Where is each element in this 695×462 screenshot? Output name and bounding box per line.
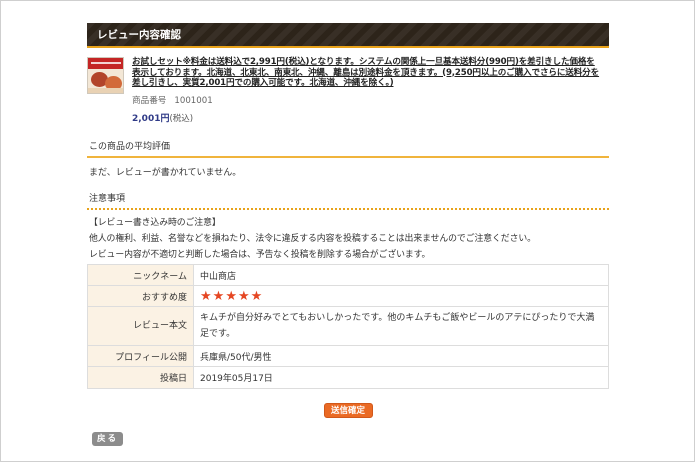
- average-rating-message: まだ、レビューが書かれていません。: [89, 168, 242, 178]
- table-row: レビュー本文 キムチが自分好みでとてもおいしかったです。他のキムチもご飯やビール…: [87, 306, 609, 347]
- star-icon: ★: [225, 288, 237, 304]
- review-confirm-container: レビュー内容確認 お試しセット※料金は送料込で2,991円(税込)となります。シ…: [87, 23, 609, 419]
- product-price: 2,001円(税込): [132, 111, 602, 124]
- star-icon: ★: [250, 288, 263, 304]
- notes-line: レビュー内容が不適切と判断した場合は、予告なく投稿を削除する場合がございます。: [89, 249, 431, 260]
- notes-body: 【レビュー書き込み時のご注意】 他人の権利、利益、名誉などを損ねたり、法令に違反…: [87, 210, 609, 263]
- table-row: おすすめ度 ★★★★★: [87, 285, 609, 308]
- table-row: ニックネーム 中山商店: [87, 264, 609, 287]
- price-value: 2,001円: [132, 113, 170, 124]
- product-code-value: 1001001: [174, 95, 213, 106]
- notes-title: 注意事項: [89, 194, 126, 204]
- product-code: 商品番号 1001001: [132, 94, 602, 106]
- table-row: 投稿日 2019年05月17日: [87, 366, 609, 390]
- review-table: ニックネーム 中山商店 おすすめ度 ★★★★★ レビュー本文 キムチが自分好みで…: [87, 264, 609, 390]
- notes-line: 【レビュー書き込み時のご注意】: [89, 218, 221, 228]
- rating-stars: ★★★★★: [193, 285, 609, 308]
- notes-line: 他人の権利、利益、名誉などを損ねたり、法令に違反する内容を投稿することは出来ませ…: [89, 233, 536, 244]
- post-date-label: 投稿日: [87, 366, 194, 390]
- nickname-value: 中山商店: [193, 264, 609, 287]
- product-code-label: 商品番号: [132, 95, 167, 106]
- rating-label: おすすめ度: [87, 285, 194, 308]
- star-icon: ★: [200, 288, 212, 304]
- review-body-label: レビュー本文: [87, 306, 194, 347]
- back-button[interactable]: 戻る: [92, 432, 123, 446]
- table-row: プロフィール公開 兵庫県/50代/男性: [87, 345, 609, 368]
- review-body-value: キムチが自分好みでとてもおいしかったです。他のキムチもご飯やビールのアテにぴった…: [193, 306, 609, 347]
- product-name-link[interactable]: お試しセット※料金は送料込で2,991円(税込)となります。システムの関係上一旦…: [132, 57, 602, 89]
- average-rating-title: この商品の平均評価: [89, 142, 171, 152]
- profile-label: プロフィール公開: [87, 345, 194, 368]
- star-icon: ★: [237, 288, 250, 304]
- nickname-label: ニックネーム: [87, 264, 194, 287]
- product-summary: お試しセット※料金は送料込で2,991円(税込)となります。システムの関係上一旦…: [87, 57, 609, 139]
- price-tax: (税込): [169, 113, 194, 124]
- star-icon: ★: [212, 288, 225, 304]
- submit-button[interactable]: 送信確定: [323, 403, 373, 419]
- profile-value: 兵庫県/50代/男性: [193, 345, 609, 368]
- product-thumbnail[interactable]: [87, 57, 124, 94]
- page-title: レビュー内容確認: [87, 23, 609, 48]
- post-date-value: 2019年05月17日: [193, 366, 609, 390]
